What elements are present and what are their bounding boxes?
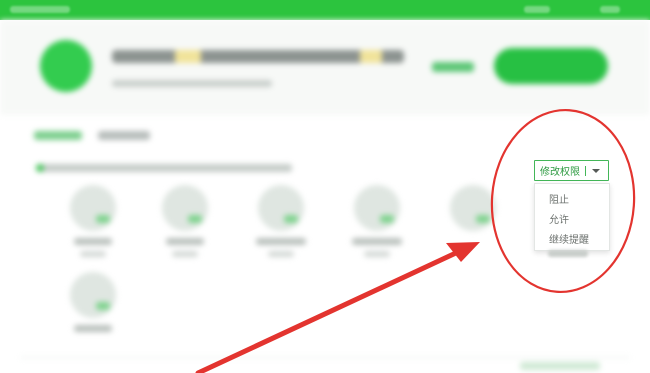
app-title-highlight	[360, 50, 382, 63]
window-title-bar	[0, 0, 650, 20]
permission-label	[352, 238, 402, 245]
annotation-arrow-head	[446, 242, 480, 262]
breadcrumb-blurred[interactable]	[98, 131, 150, 140]
app-title-highlight	[175, 50, 201, 63]
permission-label	[256, 238, 306, 245]
permission-status	[80, 251, 106, 257]
header-link-blurred[interactable]	[432, 62, 474, 72]
app-logo	[40, 40, 92, 92]
window-control-blurred[interactable]	[600, 6, 620, 13]
permission-icon[interactable]	[354, 185, 400, 231]
permission-status	[364, 251, 390, 257]
primary-action-button[interactable]	[494, 48, 608, 84]
permission-icon[interactable]	[70, 272, 116, 318]
permission-label	[74, 325, 112, 332]
window-control-blurred[interactable]	[524, 6, 550, 13]
permission-icon[interactable]	[450, 185, 496, 231]
permission-icon[interactable]	[258, 185, 304, 231]
menu-item-keep-asking[interactable]: 继续提醒	[549, 231, 589, 246]
window-title-blurred	[10, 6, 70, 13]
permission-select[interactable]: 修改权限	[534, 160, 609, 181]
status-dot	[36, 164, 44, 172]
permission-status	[172, 251, 198, 257]
permission-status	[268, 251, 294, 257]
permission-label	[74, 238, 112, 245]
chevron-down-icon[interactable]	[592, 168, 600, 173]
menu-item-block[interactable]: 阻止	[549, 191, 569, 206]
menu-shadow-text-blurred	[548, 250, 588, 257]
breadcrumb-blurred[interactable]	[34, 131, 82, 140]
footer-divider	[20, 357, 630, 358]
permission-label	[166, 238, 204, 245]
app-subtitle-blurred	[112, 80, 272, 87]
section-description-blurred	[36, 164, 292, 172]
permission-select-label: 修改权限	[540, 167, 580, 178]
annotation-arrow-shaft	[195, 249, 461, 373]
permission-icon[interactable]	[70, 185, 116, 231]
permission-dropdown-menu: 阻止 允许 继续提醒	[534, 183, 610, 251]
permission-icon[interactable]	[162, 185, 208, 231]
select-divider	[585, 165, 586, 176]
menu-item-allow[interactable]: 允许	[549, 211, 569, 226]
footer-link-blurred[interactable]	[520, 362, 600, 370]
